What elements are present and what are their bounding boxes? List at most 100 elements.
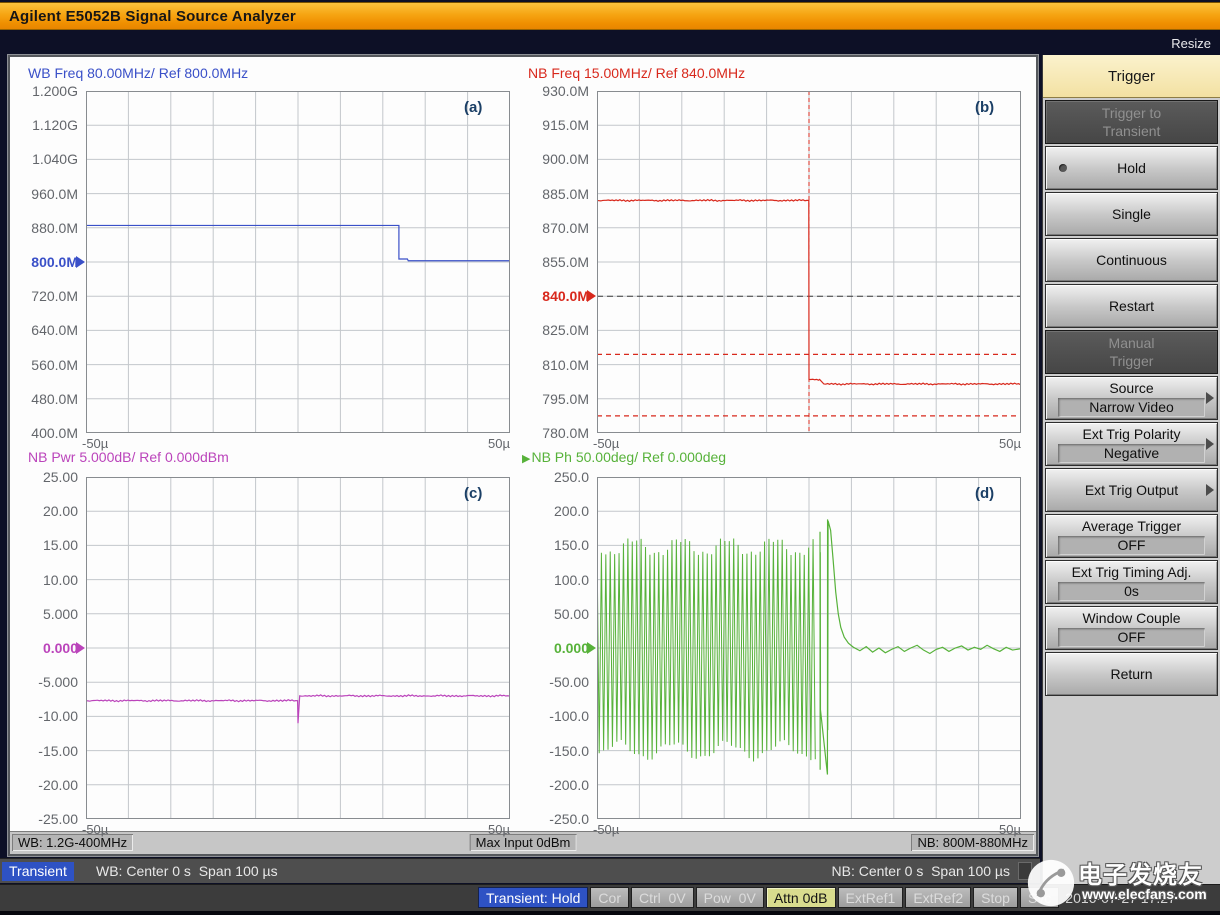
chart-a-ytick: 560.0M	[8, 357, 78, 373]
chart-d-ytick: -100.0	[519, 708, 589, 724]
button-value: OFF	[1058, 536, 1205, 555]
chart-a-xtick-max: 50µ	[466, 436, 510, 451]
chart-a-ytick: 960.0M	[8, 186, 78, 202]
transient-mode-badge: Transient	[2, 862, 74, 881]
chart-a-ytick-ref: 800.0M	[8, 254, 78, 270]
chart-c-ytick: 25.00	[8, 469, 78, 485]
wb-range-label: WB: 1.2G-400MHz	[12, 834, 133, 851]
chart-a-ytick: 720.0M	[8, 288, 78, 304]
chart-c-ytick: 15.00	[8, 537, 78, 553]
chart-footer-bar: WB: 1.2G-400MHz Max Input 0dBm NB: 800M-…	[10, 831, 1036, 854]
status-item-attn-0db: Attn 0dB	[766, 887, 836, 908]
chart-title-text: NB Freq 15.00MHz/ Ref 840.0MHz	[528, 65, 745, 81]
chart-c-ytick: -20.00	[8, 777, 78, 793]
instrument-status-bar: Transient: HoldCorCtrl 0VPow 0VAttn 0dBE…	[0, 884, 1220, 911]
button-label-line: Trigger	[1110, 352, 1154, 370]
chart-c-title: NB Pwr 5.000dB/ Ref 0.000dBm	[28, 449, 229, 465]
button-label-line: Trigger to	[1102, 104, 1161, 122]
chart-a-corner-label: (a)	[464, 99, 482, 116]
sidebar-button-single[interactable]: Single	[1045, 192, 1218, 236]
chart-b-ytick: 855.0M	[519, 254, 589, 270]
status-item-stop: Stop	[973, 887, 1018, 908]
chart-b-title: NB Freq 15.00MHz/ Ref 840.0MHz	[528, 65, 745, 81]
submenu-arrow-icon	[1206, 392, 1214, 404]
reference-level-marker-icon	[587, 642, 596, 654]
chart-title-text: NB Ph 50.00deg/ Ref 0.000deg	[531, 449, 726, 465]
chart-b-ytick: 795.0M	[519, 391, 589, 407]
status-item-ctrl-0v: Ctrl 0V	[631, 887, 694, 908]
chart-c-ytick: -25.00	[8, 811, 78, 827]
chart-a-ytick: 1.120G	[8, 117, 78, 133]
sidebar-button-trigger-to-transient: Trigger toTransient	[1045, 100, 1218, 144]
chart-c-ytick: 20.00	[8, 503, 78, 519]
button-value: OFF	[1058, 628, 1205, 647]
chart-b-xtick-max: 50µ	[977, 436, 1021, 451]
button-label: Source	[1109, 379, 1153, 397]
button-label: Continuous	[1096, 251, 1167, 269]
button-label-line: Manual	[1109, 334, 1155, 352]
chart-a-ytick: 1.200G	[8, 83, 78, 99]
chart-d-ytick: -200.0	[519, 777, 589, 793]
chart-b-ytick: 930.0M	[519, 83, 589, 99]
chart-a-ytick: 880.0M	[8, 220, 78, 236]
sidebar-button-hold[interactable]: Hold	[1045, 146, 1218, 190]
chart-d-corner-label: (d)	[975, 485, 994, 502]
chart-c-corner-label: (c)	[464, 485, 482, 502]
button-value: Narrow Video	[1058, 398, 1205, 417]
chart-b-ytick-ref: 840.0M	[519, 288, 589, 304]
chart-c-ytick-ref: 0.000	[8, 640, 78, 656]
chart-d-title: ▶NB Ph 50.00deg/ Ref 0.000deg	[522, 449, 726, 465]
chart-c-ytick: -5.000	[8, 674, 78, 690]
chart-c-xtick-max: 50µ	[466, 822, 510, 837]
sidebar-button-return[interactable]: Return	[1045, 652, 1218, 696]
button-label: Return	[1110, 665, 1152, 683]
button-label: Ext Trig Output	[1085, 481, 1178, 499]
resize-button[interactable]: Resize	[1167, 34, 1215, 53]
chart-c-xtick-min: -50µ	[82, 822, 108, 837]
sidebar-button-restart[interactable]: Restart	[1045, 284, 1218, 328]
window-title-bar: Agilent E5052B Signal Source Analyzer	[0, 2, 1220, 30]
chart-b-ytick: 825.0M	[519, 322, 589, 338]
chart-b-ytick: 915.0M	[519, 117, 589, 133]
chart-d-ytick: -50.00	[519, 674, 589, 690]
button-label: Hold	[1117, 159, 1146, 177]
chart-b-ytick: 810.0M	[519, 357, 589, 373]
chart-b-ytick: 885.0M	[519, 186, 589, 202]
chart-c-ytick: -10.00	[8, 708, 78, 724]
sidebar-button-ext-trig-output[interactable]: Ext Trig Output	[1045, 468, 1218, 512]
chart-a-ytick: 480.0M	[8, 391, 78, 407]
chart-d-plot	[597, 477, 1021, 819]
status-item-extref1: ExtRef1	[838, 887, 904, 908]
button-label: Restart	[1109, 297, 1154, 315]
chart-b-ytick: 780.0M	[519, 425, 589, 441]
status-item-transient-hold: Transient: Hold	[478, 887, 588, 908]
button-value: 0s	[1058, 582, 1205, 601]
softkey-menu: Trigger Trigger toTransient Hold Single Con…	[1042, 55, 1220, 884]
chart-a-title: WB Freq 80.00MHz/ Ref 800.0MHz	[28, 65, 248, 81]
bottom-edge	[0, 911, 1220, 915]
status-item-extref2: ExtRef2	[905, 887, 971, 908]
chart-d-ytick: 100.0	[519, 572, 589, 588]
chart-d-ytick: 150.0	[519, 537, 589, 553]
chart-c-ytick: 10.00	[8, 572, 78, 588]
button-label: Ext Trig Polarity	[1082, 425, 1180, 443]
chart-a-ytick: 1.040G	[8, 151, 78, 167]
sidebar-button-ext-trig-timing-adj[interactable]: Ext Trig Timing Adj.0s	[1045, 560, 1218, 604]
chart-a-plot	[86, 91, 510, 433]
sidebar-button-window-couple[interactable]: Window CoupleOFF	[1045, 606, 1218, 650]
chart-c-ytick: -15.00	[8, 743, 78, 759]
transient-span-bar: Transient WB: Center 0 s Span 100 µs NB:…	[0, 858, 1040, 883]
reference-level-marker-icon	[587, 290, 596, 302]
chart-d-xtick-min: -50µ	[593, 822, 619, 837]
status-item-svc: Svc	[1020, 887, 1059, 908]
sidebar-button-average-trigger[interactable]: Average TriggerOFF	[1045, 514, 1218, 558]
sidebar-button-source[interactable]: SourceNarrow Video	[1045, 376, 1218, 420]
sidebar-button-continuous[interactable]: Continuous	[1045, 238, 1218, 282]
sidebar-button-ext-trig-polarity[interactable]: Ext Trig PolarityNegative	[1045, 422, 1218, 466]
chart-title-text: NB Pwr 5.000dB/ Ref 0.000dBm	[28, 449, 229, 465]
chart-c-plot	[86, 477, 510, 819]
status-item-cor: Cor	[590, 887, 629, 908]
button-label: Ext Trig Timing Adj.	[1072, 563, 1192, 581]
wb-span-text: WB: Center 0 s Span 100 µs	[96, 863, 278, 879]
chart-window: WB: 1.2G-400MHz Max Input 0dBm NB: 800M-…	[8, 55, 1038, 856]
